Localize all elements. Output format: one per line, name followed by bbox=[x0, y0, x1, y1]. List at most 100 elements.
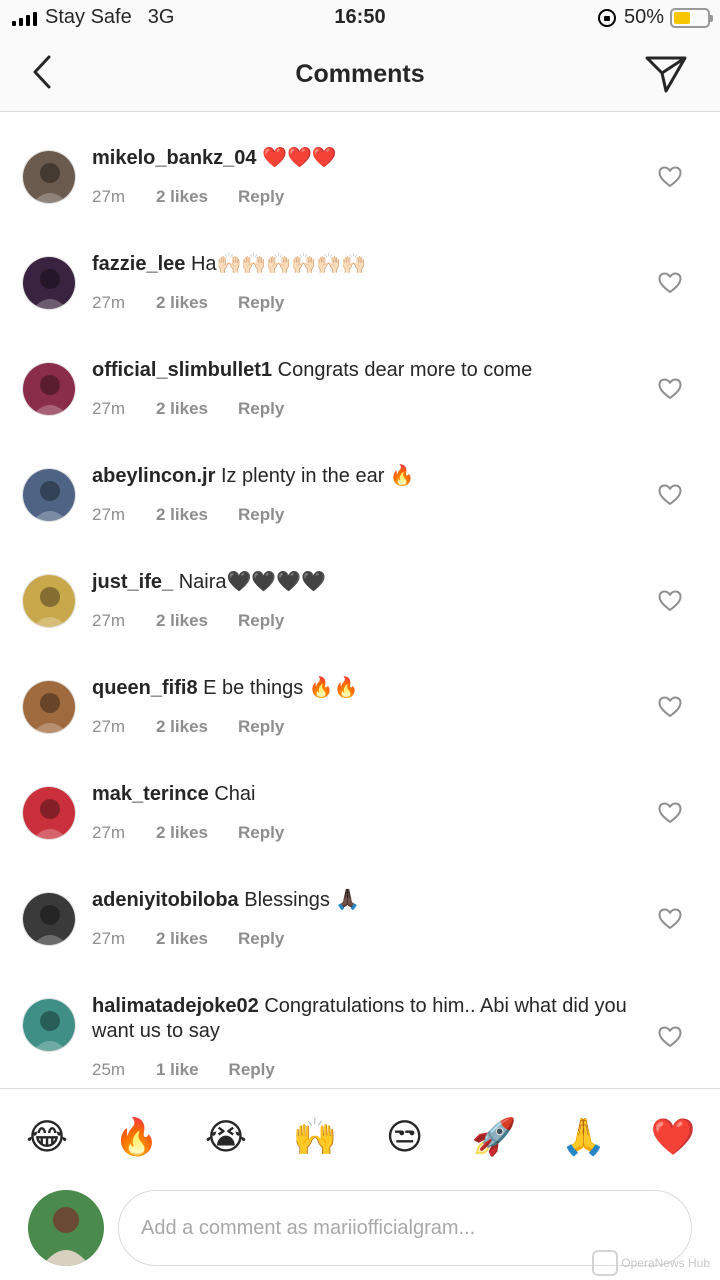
commenter-avatar[interactable] bbox=[22, 362, 76, 416]
commenter-avatar[interactable] bbox=[22, 680, 76, 734]
comment-text-line: queen_fifi8 E be things 🔥🔥 bbox=[92, 676, 632, 701]
comment-meta: 27m 2 likes Reply bbox=[92, 823, 632, 843]
reply-button[interactable]: Reply bbox=[238, 399, 284, 419]
comment-time: 27m bbox=[92, 399, 126, 418]
opera-news-logo bbox=[592, 1250, 619, 1276]
battery-icon bbox=[670, 7, 713, 28]
battery-percent: 50% bbox=[623, 6, 664, 28]
comment-row: mikelo_bankz_04 ❤️❤️❤️ 27m 2 likes Reply bbox=[0, 130, 720, 236]
comment-text: Ha🙌🏻🙌🏻🙌🏻🙌🏻🙌🏻🙌🏻 bbox=[190, 253, 366, 275]
rotation-lock-icon bbox=[597, 8, 616, 27]
comment-username[interactable]: mikelo_bankz_04 bbox=[92, 147, 257, 169]
share-button[interactable] bbox=[642, 50, 690, 98]
emoji-button[interactable]: 🙌 bbox=[293, 1116, 338, 1158]
reply-button[interactable]: Reply bbox=[229, 1060, 275, 1080]
like-comment-button[interactable] bbox=[658, 272, 682, 294]
comment-row: fazzie_lee Ha🙌🏻🙌🏻🙌🏻🙌🏻🙌🏻🙌🏻 27m 2 likes Re… bbox=[0, 236, 720, 342]
paper-plane-icon bbox=[645, 56, 687, 93]
comment-row: halimatadejoke02 Congratulations to him.… bbox=[0, 978, 720, 1088]
comment-time: 27m bbox=[92, 717, 126, 736]
comment-time: 27m bbox=[92, 929, 126, 948]
reply-button[interactable]: Reply bbox=[238, 717, 284, 737]
like-comment-button[interactable] bbox=[658, 484, 682, 506]
comment-text: Naira🖤🖤🖤🖤 bbox=[178, 571, 327, 593]
comment-username[interactable]: mak_terince bbox=[92, 783, 209, 805]
page-title: Comments bbox=[295, 60, 425, 88]
commenter-avatar[interactable] bbox=[22, 150, 76, 204]
commenter-avatar[interactable] bbox=[22, 256, 76, 310]
like-comment-button[interactable] bbox=[658, 696, 682, 718]
heart-outline-icon bbox=[658, 696, 682, 717]
like-comment-button[interactable] bbox=[658, 1026, 682, 1048]
commenter-avatar[interactable] bbox=[22, 998, 76, 1052]
comment-likes[interactable]: 1 like bbox=[156, 1060, 199, 1080]
emoji-reaction-bar: 😂 🔥 😭 🙌 😒 🚀 🙏 ❤️ bbox=[0, 1088, 720, 1184]
comment-text: Congrats dear more to come bbox=[277, 359, 533, 381]
heart-outline-icon bbox=[658, 908, 682, 929]
comment-likes[interactable]: 2 likes bbox=[156, 929, 208, 949]
comment-time: 27m bbox=[92, 293, 126, 312]
emoji-button[interactable]: 🙏 bbox=[561, 1116, 606, 1158]
like-comment-button[interactable] bbox=[658, 802, 682, 824]
comment-meta: 27m 2 likes Reply bbox=[92, 929, 632, 949]
comment-time: 27m bbox=[92, 187, 126, 206]
comment-body: just_ife_ Naira🖤🖤🖤🖤 27m 2 likes Reply bbox=[92, 570, 632, 631]
like-comment-button[interactable] bbox=[658, 166, 682, 188]
comment-likes[interactable]: 2 likes bbox=[156, 611, 208, 631]
comment-username[interactable]: official_slimbullet1 bbox=[92, 359, 272, 381]
comment-body: mak_terince Chai 27m 2 likes Reply bbox=[92, 782, 632, 843]
comment-likes[interactable]: 2 likes bbox=[156, 505, 208, 525]
comment-username[interactable]: queen_fifi8 bbox=[92, 677, 198, 699]
comment-time: 27m bbox=[92, 505, 126, 524]
reply-button[interactable]: Reply bbox=[238, 823, 284, 843]
commenter-avatar[interactable] bbox=[22, 468, 76, 522]
commenter-avatar[interactable] bbox=[22, 574, 76, 628]
emoji-button[interactable]: 🔥 bbox=[114, 1116, 159, 1158]
comment-username[interactable]: abeylincon.jr bbox=[92, 465, 215, 487]
comment-username[interactable]: just_ife_ bbox=[92, 571, 173, 593]
comments-list[interactable]: mikelo_bankz_04 ❤️❤️❤️ 27m 2 likes Reply… bbox=[0, 112, 720, 1088]
comment-row: official_slimbullet1 Congrats dear more … bbox=[0, 342, 720, 448]
commenter-avatar[interactable] bbox=[22, 892, 76, 946]
commenter-avatar[interactable] bbox=[22, 786, 76, 840]
emoji-button[interactable]: 😒 bbox=[384, 1116, 426, 1158]
comment-row: just_ife_ Naira🖤🖤🖤🖤 27m 2 likes Reply bbox=[0, 554, 720, 660]
comment-username[interactable]: fazzie_lee bbox=[92, 253, 185, 275]
comment-likes[interactable]: 2 likes bbox=[156, 187, 208, 207]
comment-body: queen_fifi8 E be things 🔥🔥 27m 2 likes R… bbox=[92, 676, 632, 737]
reply-button[interactable]: Reply bbox=[238, 293, 284, 313]
reply-button[interactable]: Reply bbox=[238, 611, 284, 631]
comment-meta: 27m 2 likes Reply bbox=[92, 505, 632, 525]
like-comment-button[interactable] bbox=[658, 378, 682, 400]
reply-button[interactable]: Reply bbox=[238, 929, 284, 949]
comment-meta: 25m 1 like Reply bbox=[92, 1060, 632, 1080]
comment-text-line: mak_terince Chai bbox=[92, 782, 632, 807]
comment-username[interactable]: halimatadejoke02 bbox=[92, 995, 259, 1017]
emoji-button[interactable]: ❤️ bbox=[651, 1116, 696, 1158]
status-right: 50% bbox=[597, 6, 713, 29]
reply-button[interactable]: Reply bbox=[238, 505, 284, 525]
comment-username[interactable]: adeniyitobiloba bbox=[92, 889, 239, 911]
nav-bar: Comments bbox=[0, 36, 720, 112]
comment-likes[interactable]: 2 likes bbox=[156, 717, 208, 737]
reply-button[interactable]: Reply bbox=[238, 187, 284, 207]
like-comment-button[interactable] bbox=[658, 908, 682, 930]
comment-body: halimatadejoke02 Congratulations to him.… bbox=[92, 994, 632, 1080]
comment-likes[interactable]: 2 likes bbox=[156, 399, 208, 419]
comment-likes[interactable]: 2 likes bbox=[156, 293, 208, 313]
comment-body: mikelo_bankz_04 ❤️❤️❤️ 27m 2 likes Reply bbox=[92, 146, 632, 207]
like-comment-button[interactable] bbox=[658, 590, 682, 612]
emoji-button[interactable]: 🚀 bbox=[472, 1116, 517, 1158]
comment-text-line: adeniyitobiloba Blessings 🙏🏿 bbox=[92, 888, 632, 913]
status-bar: Stay Safe 3G 16:50 50% bbox=[0, 0, 720, 36]
heart-outline-icon bbox=[658, 802, 682, 823]
comment-meta: 27m 2 likes Reply bbox=[92, 293, 632, 313]
comment-time: 27m bbox=[92, 823, 126, 842]
emoji-button[interactable]: 😭 bbox=[205, 1116, 247, 1158]
comment-likes[interactable]: 2 likes bbox=[156, 823, 208, 843]
comment-text-line: halimatadejoke02 Congratulations to him.… bbox=[92, 994, 632, 1044]
comment-body: fazzie_lee Ha🙌🏻🙌🏻🙌🏻🙌🏻🙌🏻🙌🏻 27m 2 likes Re… bbox=[92, 252, 632, 313]
comment-meta: 27m 2 likes Reply bbox=[92, 611, 632, 631]
emoji-button[interactable]: 😂 bbox=[26, 1116, 68, 1158]
comment-row: queen_fifi8 E be things 🔥🔥 27m 2 likes R… bbox=[0, 660, 720, 766]
